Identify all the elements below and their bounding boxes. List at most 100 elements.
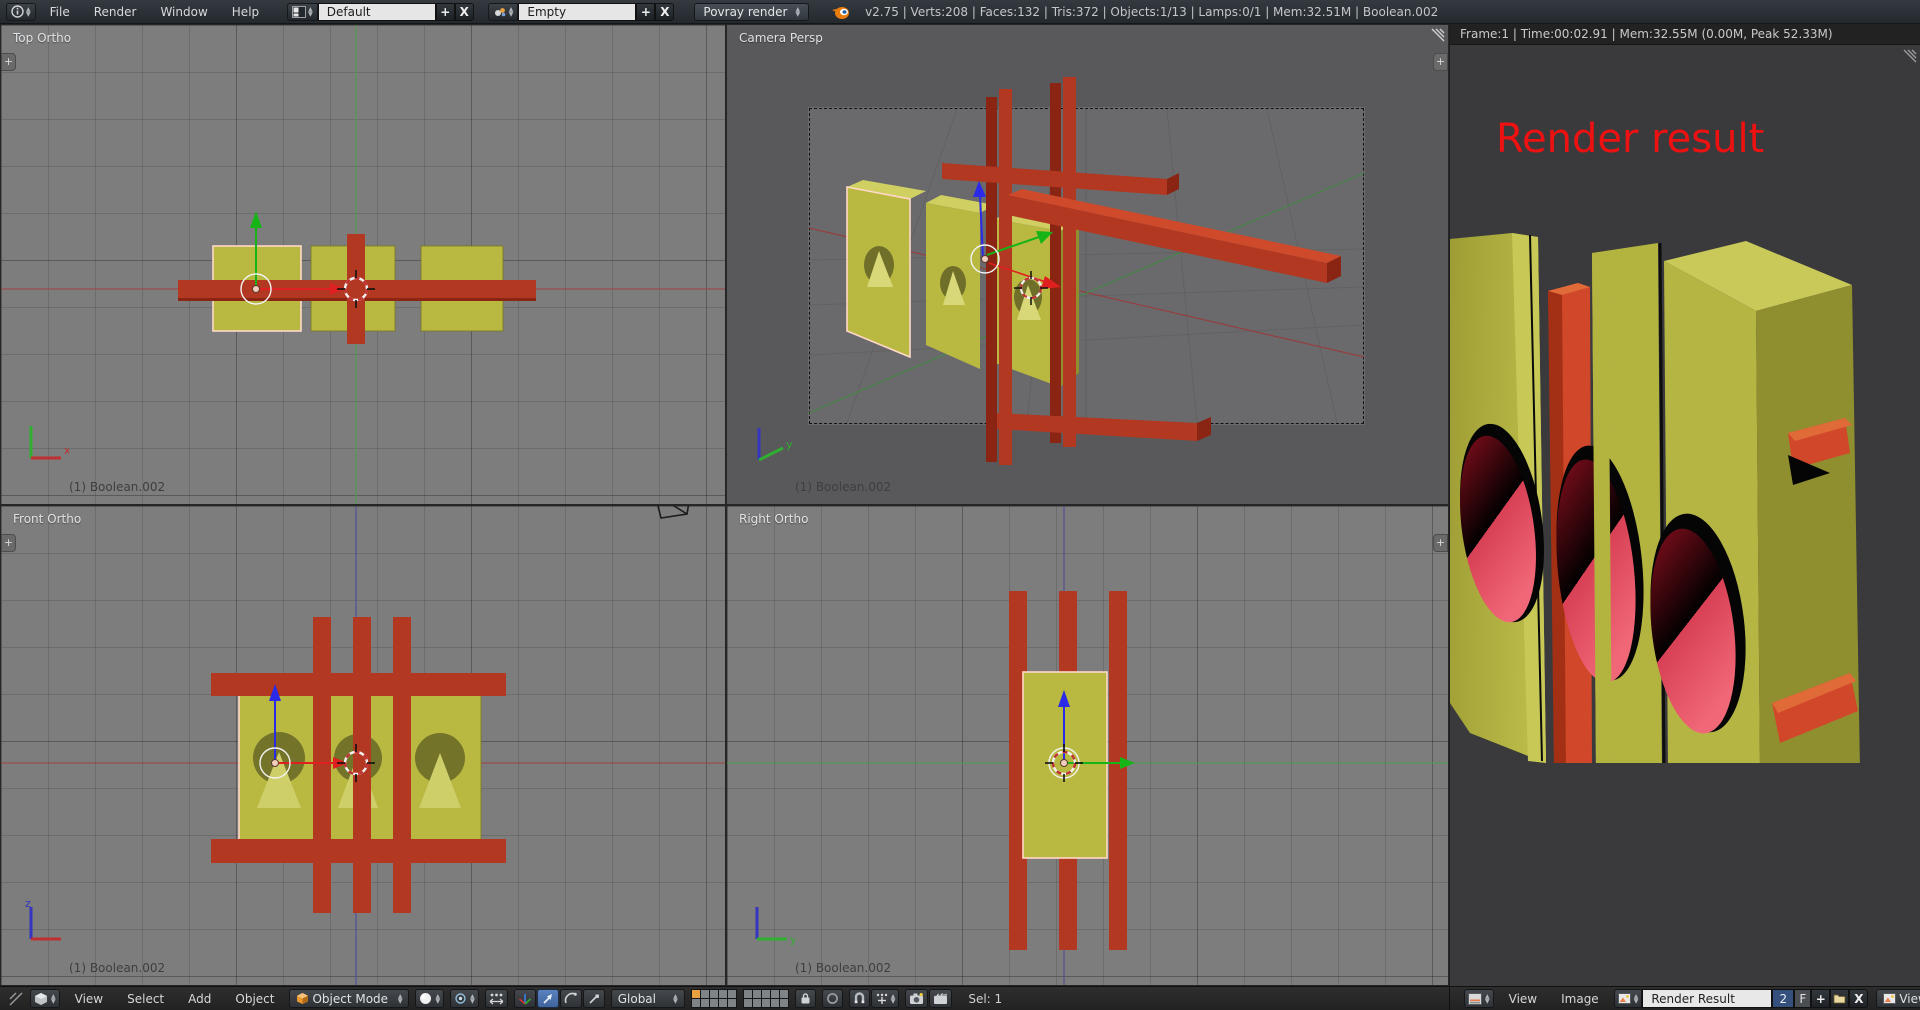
rotate-manipulator-button[interactable] bbox=[560, 989, 582, 1008]
add-scene-button[interactable]: + bbox=[636, 3, 655, 21]
screen-layout-icon-button[interactable]: ▲▼ bbox=[287, 3, 318, 21]
svg-text:y: y bbox=[786, 438, 793, 451]
pivot-point-dropdown[interactable]: ▲▼ bbox=[450, 989, 479, 1008]
close-scene-button[interactable]: X bbox=[655, 3, 674, 21]
new-image-button[interactable]: + bbox=[1811, 989, 1830, 1008]
region-expand-tab[interactable]: + bbox=[1, 534, 16, 552]
render-slot-badge[interactable]: 2 bbox=[1772, 989, 1794, 1008]
area-corner-grip[interactable] bbox=[1430, 27, 1446, 43]
viewport-label: Camera Persp bbox=[739, 31, 823, 45]
view3d-header: ▲▼ View Select Add Object Object Mode ▲▼… bbox=[0, 986, 1449, 1010]
image-editor-panel[interactable]: Frame:1 | Time:00:02.91 | Mem:32.55M (0.… bbox=[1449, 24, 1920, 986]
menu-help[interactable]: Help bbox=[222, 5, 269, 19]
scene-icon-button[interactable]: ▲▼ bbox=[488, 3, 519, 21]
opengl-render-animation-button[interactable] bbox=[929, 989, 952, 1008]
view-mode-dropdown[interactable]: View ▲▼ bbox=[1876, 989, 1920, 1008]
image-icon bbox=[1618, 993, 1631, 1004]
snap-toggle-button[interactable] bbox=[849, 989, 870, 1008]
editor-type-button-3d-view[interactable]: ▲▼ bbox=[30, 989, 60, 1008]
active-object-info: (1) Boolean.002 bbox=[69, 961, 165, 975]
add-layout-button[interactable]: + bbox=[436, 3, 455, 21]
viewport-front-ortho[interactable]: Front Ortho + z (1) Boolean.002 bbox=[0, 505, 726, 986]
render-stats-header: Frame:1 | Time:00:02.91 | Mem:32.55M (0.… bbox=[1450, 24, 1920, 45]
render-result-image bbox=[1450, 233, 1867, 772]
opengl-render-controls bbox=[905, 989, 952, 1008]
region-expand-tab[interactable]: + bbox=[1433, 534, 1448, 552]
layer-grid-2[interactable] bbox=[743, 989, 789, 1008]
axis-gizmo: x bbox=[17, 418, 69, 470]
blender-logo-icon bbox=[831, 4, 851, 20]
snap-controls: ▲▼ bbox=[849, 989, 900, 1008]
scene-statistics: v2.75 | Verts:208 | Faces:132 | Tris:372… bbox=[865, 5, 1438, 19]
image-editor-header: ▲▼ View Image ▲▼ Render Result 2 F + X bbox=[1449, 986, 1920, 1010]
open-image-button[interactable] bbox=[1830, 989, 1849, 1008]
menu-file[interactable]: File bbox=[40, 5, 80, 19]
viewport-camera-persp[interactable]: Camera Persp + y (1) Boolean.002 bbox=[726, 24, 1449, 505]
layout-name-field[interactable]: Default bbox=[318, 3, 436, 21]
viewport-shading-dropdown[interactable]: ▲▼ bbox=[415, 989, 444, 1008]
image-browse-dropdown[interactable]: ▲▼ bbox=[1614, 989, 1643, 1008]
region-expand-tab[interactable]: + bbox=[1, 53, 16, 71]
axis-gizmo: y bbox=[743, 899, 795, 951]
center-points-icon bbox=[489, 992, 504, 1006]
layer-grid-1[interactable] bbox=[691, 989, 737, 1008]
fake-user-button[interactable]: F bbox=[1794, 989, 1811, 1008]
chevron-updown-icon: ▲▼ bbox=[1634, 994, 1639, 1004]
menu-add[interactable]: Add bbox=[179, 992, 220, 1006]
image-name-field[interactable]: Render Result bbox=[1642, 989, 1772, 1008]
viewport-label: Right Ortho bbox=[739, 512, 808, 526]
beam-objects[interactable] bbox=[942, 77, 1341, 465]
transform-orientation-dropdown[interactable]: Global ▲▼ bbox=[611, 989, 685, 1008]
viewport-right-ortho[interactable]: Right Ortho + y (1) Boolean.002 bbox=[726, 505, 1449, 986]
mode-dropdown[interactable]: Object Mode ▲▼ bbox=[289, 989, 409, 1008]
close-layout-button[interactable]: X bbox=[455, 3, 474, 21]
scene-name-field[interactable]: Empty bbox=[518, 3, 636, 21]
proportional-edit-button[interactable] bbox=[822, 989, 843, 1008]
menu-view[interactable]: View bbox=[66, 992, 112, 1006]
manipulate-center-points-toggle[interactable] bbox=[485, 989, 508, 1008]
info-icon bbox=[11, 5, 24, 18]
image-datablock: ▲▼ Render Result 2 F + X bbox=[1614, 989, 1869, 1008]
chevron-updown-icon: ▲▼ bbox=[398, 994, 403, 1004]
snap-element-dropdown[interactable]: ▲▼ bbox=[871, 989, 900, 1008]
menu-render[interactable]: Render bbox=[84, 5, 147, 19]
area-split-cursor bbox=[651, 505, 697, 524]
lock-icon bbox=[799, 992, 812, 1005]
right-ortho-scene bbox=[727, 506, 1449, 986]
scene-selector: ▲▼ Empty + X bbox=[488, 3, 675, 21]
editor-type-button-info[interactable]: ▲▼ bbox=[6, 3, 36, 21]
chevron-updown-icon: ▲▼ bbox=[26, 7, 31, 17]
lock-to-scene-button[interactable] bbox=[795, 989, 816, 1008]
chevron-updown-icon: ▲▼ bbox=[308, 7, 313, 17]
active-object-info: (1) Boolean.002 bbox=[69, 480, 165, 494]
selection-count: Sel: 1 bbox=[968, 992, 1002, 1006]
object-mode-cube-icon bbox=[296, 992, 309, 1005]
opengl-render-image-button[interactable] bbox=[905, 989, 928, 1008]
menu-window[interactable]: Window bbox=[150, 5, 217, 19]
render-result-watermark: Render result bbox=[1496, 116, 1764, 162]
viewport-label: Front Ortho bbox=[13, 512, 81, 526]
screen-layout-icon bbox=[292, 6, 306, 18]
region-expand-tab[interactable]: + bbox=[1433, 53, 1448, 71]
blender-window: ▲▼ File Render Window Help ▲▼ Default + … bbox=[0, 0, 1920, 1010]
menu-select[interactable]: Select bbox=[118, 992, 173, 1006]
menu-image[interactable]: Image bbox=[1552, 992, 1608, 1006]
camera-scene bbox=[727, 25, 1449, 505]
area-corner-grip[interactable] bbox=[8, 991, 24, 1007]
proportional-circle-icon bbox=[826, 992, 839, 1005]
manipulator-toggle-button[interactable] bbox=[514, 989, 536, 1008]
area-corner-grip[interactable] bbox=[1902, 48, 1918, 64]
menu-object[interactable]: Object bbox=[226, 992, 283, 1006]
top-ortho-scene bbox=[1, 25, 726, 505]
render-engine-dropdown[interactable]: Povray render ▲▼ bbox=[694, 3, 809, 21]
unlink-image-button[interactable]: X bbox=[1849, 989, 1868, 1008]
translate-manipulator-button[interactable] bbox=[537, 989, 559, 1008]
active-object-info: (1) Boolean.002 bbox=[795, 961, 891, 975]
chevron-updown-icon: ▲▼ bbox=[51, 994, 56, 1004]
menu-view[interactable]: View bbox=[1500, 992, 1546, 1006]
scale-manipulator-button[interactable] bbox=[583, 989, 605, 1008]
viewport-label: Top Ortho bbox=[13, 31, 71, 45]
editor-type-button-image[interactable]: ▲▼ bbox=[1464, 989, 1494, 1008]
scale-arrow-icon bbox=[587, 992, 601, 1006]
viewport-top-ortho[interactable]: Top Ortho + x (1) Boolean.002 bbox=[0, 24, 726, 505]
